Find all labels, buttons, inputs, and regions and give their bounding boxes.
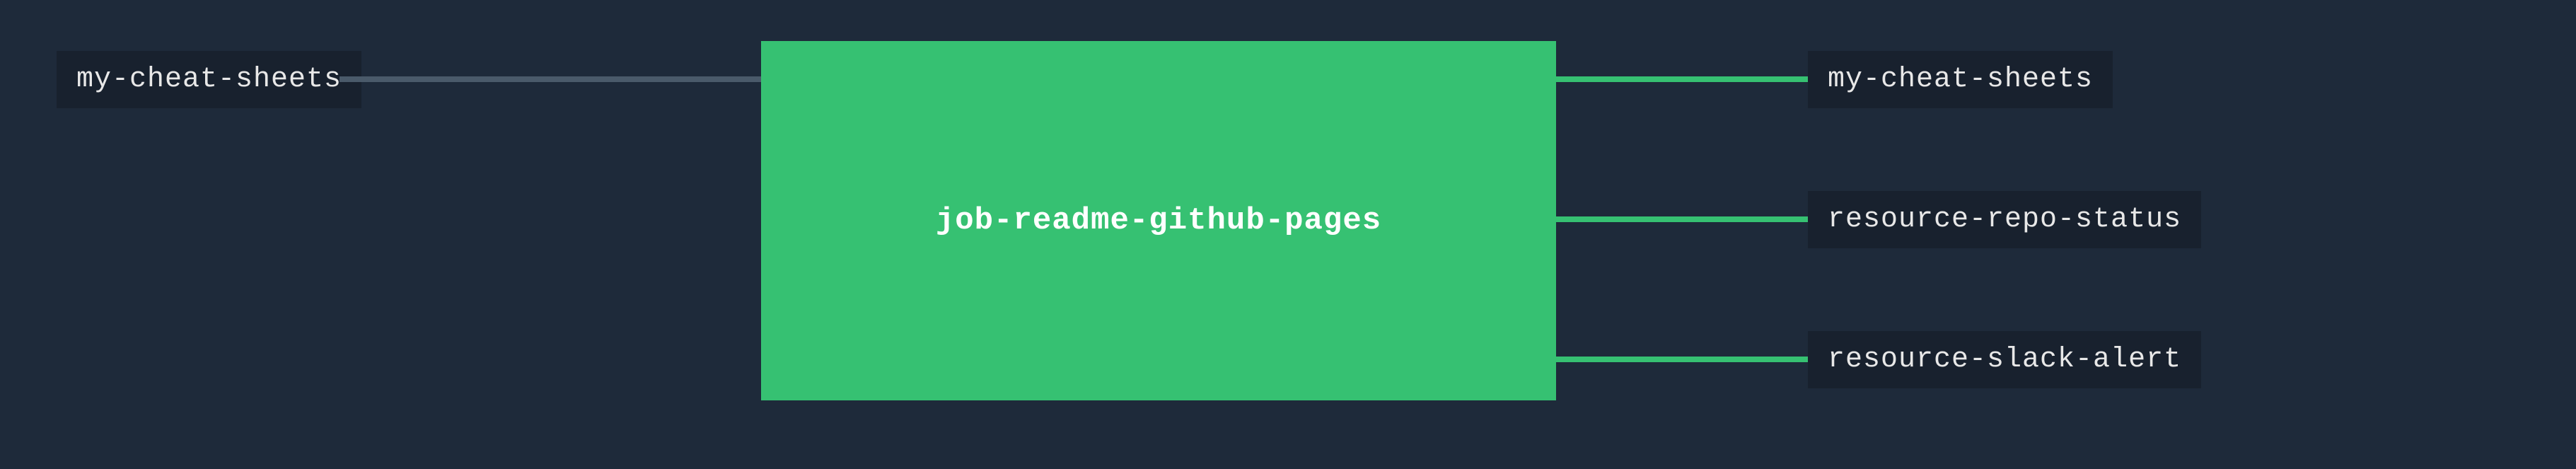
output-resource-node-2[interactable]: resource-slack-alert <box>1808 331 2201 388</box>
job-label: job-readme-github-pages <box>936 203 1381 238</box>
connector-job-to-output-1 <box>1556 216 1809 222</box>
output-resource-label-2: resource-slack-alert <box>1828 344 2181 376</box>
output-resource-node-0[interactable]: my-cheat-sheets <box>1808 51 2113 108</box>
connector-job-to-output-2 <box>1556 357 1809 362</box>
connector-job-to-output-0 <box>1556 76 1809 82</box>
connector-input-to-job <box>340 76 764 82</box>
output-resource-label-0: my-cheat-sheets <box>1828 64 2093 95</box>
input-resource-label: my-cheat-sheets <box>76 64 342 95</box>
input-resource-node[interactable]: my-cheat-sheets <box>57 51 361 108</box>
output-resource-label-1: resource-repo-status <box>1828 204 2181 236</box>
output-resource-node-1[interactable]: resource-repo-status <box>1808 191 2201 248</box>
job-node[interactable]: job-readme-github-pages <box>761 41 1556 400</box>
